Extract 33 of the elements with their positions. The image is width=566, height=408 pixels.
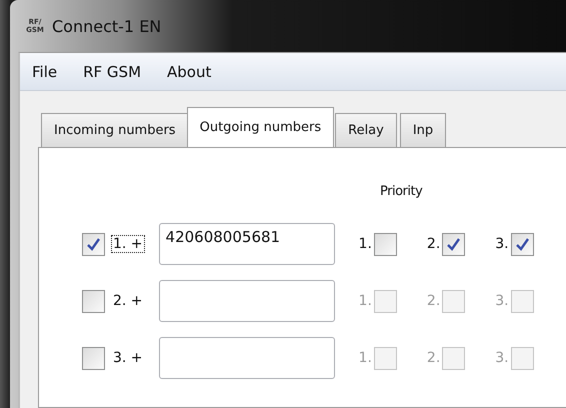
priority-label: 1. — [358, 350, 372, 366]
priority-label: 3. — [495, 350, 509, 366]
phone-number-field[interactable] — [158, 280, 335, 322]
menu-item[interactable]: RF GSM — [83, 62, 142, 80]
checkmark-icon — [446, 236, 462, 252]
priority-checkbox[interactable] — [510, 232, 534, 256]
phone-number-field[interactable] — [158, 337, 335, 379]
priority-label: 1. — [358, 236, 372, 252]
priority-checkbox[interactable] — [374, 232, 397, 256]
tab[interactable]: Incoming numbers — [41, 113, 189, 147]
priority-label: 2. — [426, 236, 440, 252]
number-label: 2. + — [112, 292, 144, 310]
checkmark-icon — [86, 236, 101, 252]
window-title: Connect-1 EN — [52, 16, 162, 36]
priority-label: 3. — [495, 236, 509, 252]
tab[interactable]: Outgoing numbers — [186, 107, 334, 147]
checkbox[interactable] — [82, 346, 105, 370]
tab[interactable]: Inp — [400, 113, 446, 147]
menu-item[interactable]: File — [32, 62, 58, 80]
priority-label: 3. — [495, 293, 509, 309]
menu-item[interactable]: About — [167, 62, 212, 80]
checkmark-icon — [514, 236, 530, 252]
number-label: 3. + — [112, 349, 144, 367]
number-label: 1. + — [111, 235, 145, 253]
priority-label: 2. — [426, 293, 440, 309]
phone-number-field[interactable]: 420608005681 — [158, 223, 335, 265]
priority-checkbox[interactable] — [442, 232, 466, 256]
checkbox[interactable] — [82, 232, 105, 256]
priority-heading: Priority — [380, 184, 424, 199]
checkbox[interactable] — [82, 290, 105, 312]
priority-label: 2. — [426, 350, 440, 366]
priority-label: 1. — [358, 293, 372, 309]
tab[interactable]: Relay — [335, 113, 397, 147]
